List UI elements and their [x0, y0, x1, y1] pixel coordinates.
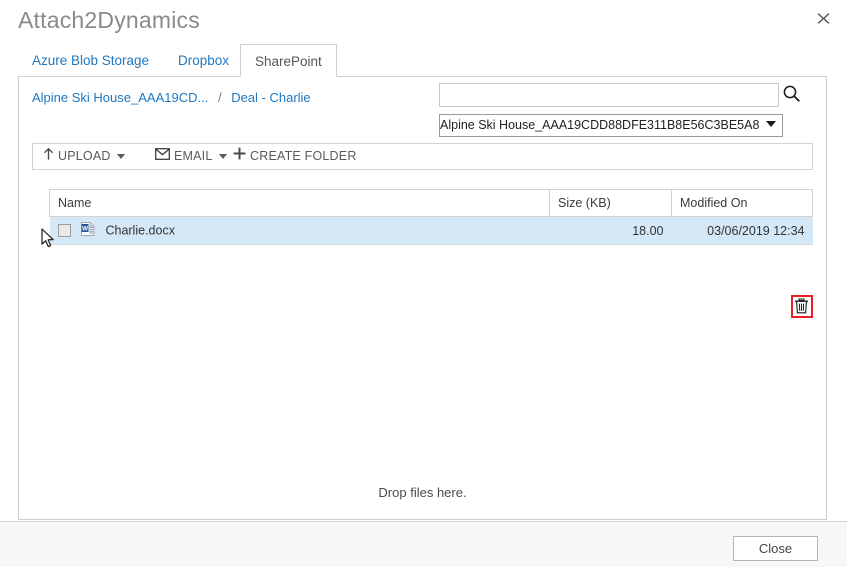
trash-icon[interactable] — [794, 298, 810, 315]
breadcrumb: Alpine Ski House_AAA19CD... / Deal - Cha… — [32, 90, 311, 105]
column-header-size[interactable]: Size (KB) — [549, 189, 672, 217]
file-list-table: Name Size (KB) Modified On W Charlie.doc… — [49, 189, 813, 245]
tab-sharepoint[interactable]: SharePoint — [240, 44, 337, 77]
email-caret-icon[interactable] — [218, 154, 227, 160]
file-size-cell: 18.00 — [549, 216, 672, 245]
row-checkbox[interactable] — [57, 224, 71, 237]
file-name-cell[interactable]: W Charlie.docx — [49, 216, 550, 245]
upload-arrow-icon — [43, 144, 54, 169]
page-title: Attach2Dynamics — [18, 7, 200, 33]
create-folder-button[interactable]: CREATE FOLDER — [233, 144, 357, 169]
upload-button[interactable]: UPLOAD — [43, 144, 125, 169]
table-header-row: Name Size (KB) Modified On — [49, 189, 813, 217]
close-icon[interactable] — [809, 5, 837, 33]
tab-strip: Azure Blob Storage Dropbox SharePoint — [18, 44, 827, 77]
attach2dynamics-dialog: Attach2Dynamics Azure Blob Storage Dropb… — [0, 0, 847, 567]
column-header-name[interactable]: Name — [49, 189, 550, 217]
close-button[interactable]: Close — [733, 536, 818, 561]
action-toolbar: UPLOAD EMAIL CREATE FOLDER — [32, 143, 813, 170]
site-selector-dropdown[interactable]: Alpine Ski House_AAA19CDD88DFE311B8E56C3… — [439, 114, 783, 137]
search-icon[interactable] — [782, 84, 802, 104]
column-header-modified-on[interactable]: Modified On — [671, 189, 813, 217]
tab-dropbox[interactable]: Dropbox — [164, 44, 243, 77]
breadcrumb-separator: / — [217, 90, 222, 105]
title-bar: Attach2Dynamics — [0, 0, 847, 42]
tab-azure-blob-storage[interactable]: Azure Blob Storage — [18, 44, 163, 77]
table-row[interactable]: W Charlie.docx 18.00 03/06/2019 12:34 — [49, 216, 813, 245]
breadcrumb-root[interactable]: Alpine Ski House_AAA19CD... — [32, 90, 208, 105]
email-button[interactable]: EMAIL — [155, 144, 227, 169]
word-document-icon: W — [80, 221, 96, 240]
drop-files-hint: Drop files here. — [378, 485, 467, 500]
chevron-down-icon — [766, 121, 776, 127]
file-modified-on-cell: 03/06/2019 12:34 — [671, 216, 813, 245]
upload-caret-icon[interactable] — [116, 154, 125, 160]
search-input[interactable] — [439, 83, 779, 107]
breadcrumb-current[interactable]: Deal - Charlie — [231, 90, 310, 105]
envelope-icon — [155, 144, 170, 169]
svg-text:W: W — [82, 226, 89, 233]
file-name-label[interactable]: Charlie.docx — [105, 224, 174, 238]
upload-label: UPLOAD — [58, 149, 111, 163]
email-label: EMAIL — [174, 149, 213, 163]
sharepoint-panel: Alpine Ski House_AAA19CD... / Deal - Cha… — [18, 76, 827, 520]
plus-icon — [233, 144, 246, 169]
dialog-footer: Close — [0, 521, 847, 567]
site-selector-value: Alpine Ski House_AAA19CDD88DFE311B8E56C3… — [440, 118, 760, 132]
create-folder-label: CREATE FOLDER — [250, 149, 357, 163]
